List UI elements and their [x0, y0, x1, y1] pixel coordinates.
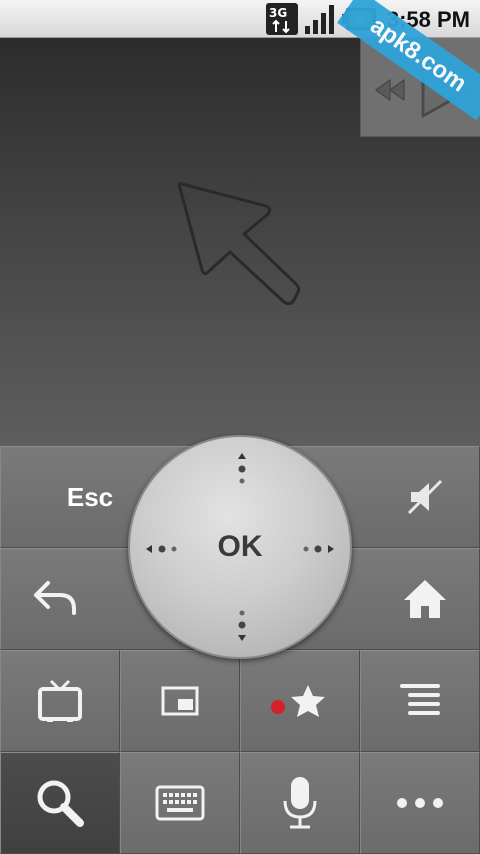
status-bar: 3G 3:58 PM [0, 0, 480, 38]
3g-data-icon: 3G [266, 3, 298, 35]
battery-charging-icon [342, 8, 376, 30]
home-icon [404, 580, 446, 618]
dpad[interactable]: OK [128, 435, 352, 659]
cursor-arrow-icon [177, 182, 301, 306]
search-button[interactable] [0, 752, 120, 854]
play-icon[interactable] [415, 60, 475, 120]
esc-label: Esc [66, 481, 114, 512]
more-button[interactable] [360, 752, 480, 854]
back-icon [34, 581, 76, 615]
svg-text:3G: 3G [269, 6, 287, 20]
menu-list-button[interactable] [360, 650, 480, 752]
tv-icon [38, 679, 82, 722]
keyboard-button[interactable] [120, 752, 240, 854]
mute-icon [407, 479, 443, 515]
ok-button[interactable]: OK [130, 437, 350, 657]
media-panel [360, 38, 480, 137]
picture-in-picture-button[interactable] [120, 650, 240, 752]
microphone-icon [283, 777, 317, 829]
signal-icon [305, 5, 334, 34]
more-icon [397, 798, 443, 808]
record-favorite-icon [271, 685, 325, 717]
search-icon [37, 780, 84, 827]
record-favorite-button[interactable] [240, 650, 360, 752]
microphone-button[interactable] [240, 752, 360, 854]
status-time: 3:58 PM [386, 7, 470, 32]
rewind-icon[interactable] [373, 76, 407, 104]
keyboard-icon [155, 785, 205, 821]
menu-list-icon [400, 684, 440, 715]
tv-button[interactable] [0, 650, 120, 752]
picture-in-picture-icon [161, 686, 199, 716]
